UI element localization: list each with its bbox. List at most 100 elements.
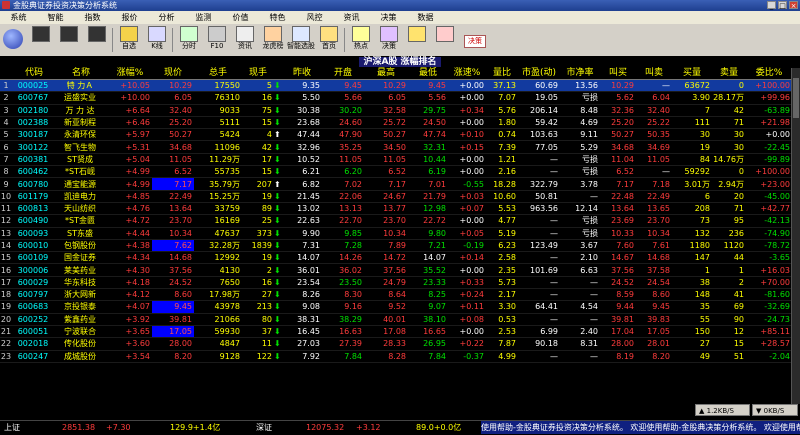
column-header-6[interactable]: 现手: [242, 68, 274, 80]
table-row[interactable]: 15 600109 国金证券 +4.34 14.68 12992 19 ⬇ 14.07 14.26…: [0, 251, 792, 265]
table-row[interactable]: 16 300006 莱美药业 +4.30 37.56 4130 2 ⬇ 36.01 36.02 37…: [0, 263, 792, 277]
column-header-3[interactable]: 涨幅%: [108, 68, 152, 80]
decision-button[interactable]: 决策: [464, 35, 486, 48]
column-header-1[interactable]: 代码: [14, 68, 54, 80]
toolbar-button-8[interactable]: 龙虎榜: [262, 26, 284, 54]
column-header-20[interactable]: 委比%: [746, 68, 792, 80]
scrollbar-thumb[interactable]: [793, 78, 799, 118]
column-header-16[interactable]: 叫买: [600, 68, 636, 80]
table-row[interactable]: 4 002388 新亚制程 +6.46 25.20 5111 15 ⬇ 23.68 24.60 25…: [0, 116, 792, 130]
column-header-11[interactable]: 最低: [408, 68, 448, 80]
toolbar-button-0[interactable]: [30, 26, 52, 54]
cell-11: 10.44: [408, 153, 448, 167]
menu-item-4[interactable]: 分析: [148, 11, 185, 24]
table-row[interactable]: 11 600813 天山纺织 +4.76 13.64 33759 89 ⬇ 13.02 13.13…: [0, 202, 792, 216]
table-row[interactable]: 22 002018 传化股份 +3.60 28.00 4847 11 ⬇ 27.03 27.39 2…: [0, 337, 792, 351]
menu-item-9[interactable]: 资讯: [333, 11, 370, 24]
column-header-2[interactable]: 名称: [54, 68, 108, 80]
table-row[interactable]: 3 002180 万 力 达 +6.64 32.40 9033 75 ⬇ 30.38 30.20 3…: [0, 104, 792, 117]
menu-item-8[interactable]: 风控: [296, 11, 333, 24]
cell-3: +6.46: [108, 116, 152, 130]
cell-15: —: [560, 276, 600, 290]
cell-18: 38: [672, 276, 712, 290]
table-row[interactable]: 13 600093 ST东盛 +4.44 10.34 47637 373 ⬇ 9.90 9.85 1…: [0, 227, 792, 240]
column-header-19[interactable]: 卖量: [712, 68, 746, 80]
column-header-17[interactable]: 叫卖: [636, 68, 672, 80]
toolbar-button-9[interactable]: 智能选股: [287, 26, 315, 54]
column-header-8[interactable]: 昨收: [282, 68, 322, 80]
toolbar-button-3[interactable]: 自选: [118, 26, 140, 54]
menu-item-10[interactable]: 决策: [370, 11, 407, 24]
menu-item-6[interactable]: 价值: [222, 11, 259, 24]
toolbar-button-label: 资讯: [238, 42, 252, 50]
column-header-18[interactable]: 买量: [672, 68, 712, 80]
column-header-0[interactable]: [0, 68, 14, 80]
table-row[interactable]: 8 600462 *ST石岘 +4.99 6.52 55735 15 ⬇ 6.21 6.20 6.5…: [0, 165, 792, 179]
toolbar-button-14[interactable]: [434, 26, 456, 54]
column-header-12[interactable]: 涨速%: [448, 68, 486, 80]
cell-19: 1: [712, 263, 746, 277]
menu-item-2[interactable]: 指数: [74, 11, 111, 24]
toolbar-button-4[interactable]: K线: [146, 26, 168, 54]
toolbar-button-10[interactable]: 首页: [318, 26, 340, 54]
toolbar-button-13[interactable]: [406, 26, 428, 54]
cell-8: 9.35: [282, 79, 322, 93]
cell-13: 7.07: [486, 91, 518, 105]
vertical-scrollbar[interactable]: [791, 68, 800, 404]
table-row[interactable]: 6 300122 智飞生物 +5.31 34.68 11096 42 ⬇ 32.96 35.25 3…: [0, 140, 792, 154]
navigation-ball-icon[interactable]: [3, 29, 23, 49]
toolbar-button-5[interactable]: 分时: [178, 26, 200, 54]
cell-6: 207: [242, 177, 274, 191]
cell-10: 10.34: [364, 227, 408, 240]
ranking-icon: [264, 26, 282, 42]
menu-item-1[interactable]: 智能: [37, 11, 74, 24]
toolbar-button-7[interactable]: 资讯: [234, 26, 256, 54]
menu-item-7[interactable]: 特色: [259, 11, 296, 24]
table-row[interactable]: 2 600767 运盛实业 +10.00 6.05 76310 16 ⬇ 5.50 5.66 6.0…: [0, 91, 792, 105]
toolbar-button-11[interactable]: 热点: [350, 26, 372, 54]
table-row[interactable]: 14 600010 包钢股份 +4.38 7.62 32.28万 1839 ⬇ 7.31 7.28…: [0, 239, 792, 253]
cell-10: 24.67: [364, 190, 408, 203]
cell-18: 35: [672, 300, 712, 314]
toolbar-button-2[interactable]: [86, 26, 108, 54]
table-row[interactable]: 19 600683 京投银泰 +4.07 9.45 43978 213 ⬇ 9.08 9.16 9.…: [0, 300, 792, 314]
table-row[interactable]: 7 600381 ST贤成 +5.04 11.05 11.29万 17 ⬇ 10.52 11.05…: [0, 153, 792, 167]
table-row[interactable]: 1 000025 特 力Ａ +10.05 10.29 17550 5 ⬇ 9.35 9.45 10.…: [0, 79, 792, 93]
news-marquee[interactable]: 使用帮助-金股典证券投资决策分析系统。 欢迎使用帮助-金股典决策分析系统。 欢迎…: [481, 421, 800, 434]
cell-9: 24.60: [322, 116, 364, 130]
cell-1: 600767: [14, 91, 54, 105]
table-row[interactable]: 12 600490 *ST金匮 +4.72 23.70 16169 25 ⬇ 22.63 22.7…: [0, 214, 792, 228]
cell-19: 69: [712, 300, 746, 314]
table-row[interactable]: 20 600252 紫鑫药业 +3.92 39.81 21066 80 ⬇ 38.31 38.29…: [0, 313, 792, 326]
table-row[interactable]: 10 601179 凯迪电力 +4.85 22.49 15.25万 19 ⬇ 21.45 22.0…: [0, 190, 792, 203]
minimize-button[interactable]: _: [767, 1, 776, 10]
column-header-9[interactable]: 开盘: [322, 68, 364, 80]
menu-item-3[interactable]: 报价: [111, 11, 148, 24]
table-row[interactable]: 9 600780 通宝能源 +4.99 7.17 35.79万 207 ⬆ 6.82 7.02 7.…: [0, 177, 792, 191]
menu-item-0[interactable]: 系统: [0, 11, 37, 24]
column-header-10[interactable]: 最高: [364, 68, 408, 80]
table-row[interactable]: 17 600029 华东科技 +4.18 24.52 7650 16 ⬇ 23.54 23.50 2…: [0, 276, 792, 290]
cell-3: +5.04: [108, 153, 152, 167]
table-row[interactable]: 23 600247 成城股份 +3.54 8.20 9128 122 ⬇ 7.92 7.84 8.2…: [0, 350, 792, 363]
arrow-down-icon: ⬇: [274, 300, 282, 314]
table-row[interactable]: 18 600797 浙大网新 +4.12 8.60 17.98万 27 ⬇ 8.26 8.30 8.…: [0, 288, 792, 302]
close-button[interactable]: ×: [789, 1, 798, 10]
toolbar-button-12[interactable]: 决策: [378, 26, 400, 54]
cell-17: 13.65: [636, 202, 672, 216]
column-header-7[interactable]: [274, 68, 282, 80]
menu-item-5[interactable]: 监测: [185, 11, 222, 24]
toolbar-button-1[interactable]: [58, 26, 80, 54]
menu-item-11[interactable]: 数据: [407, 11, 444, 24]
table-row[interactable]: 5 300187 永清环保 +5.97 50.27 5424 4 ⬆ 47.44 47.90 50.…: [0, 128, 792, 142]
column-header-13[interactable]: 量比: [486, 68, 518, 80]
column-header-15[interactable]: 市净率: [560, 68, 600, 80]
cell-20: +85.11: [746, 325, 792, 339]
maximize-button[interactable]: □: [778, 1, 787, 10]
column-header-4[interactable]: 现价: [152, 68, 194, 80]
column-header-14[interactable]: 市盈(动): [518, 68, 560, 80]
cell-6: 75: [242, 104, 274, 117]
table-row[interactable]: 21 600051 宁波联合 +3.65 17.05 59930 37 ⬇ 16.45 16.63…: [0, 325, 792, 339]
toolbar-button-6[interactable]: F10: [206, 26, 228, 54]
column-header-5[interactable]: 总手: [194, 68, 242, 80]
